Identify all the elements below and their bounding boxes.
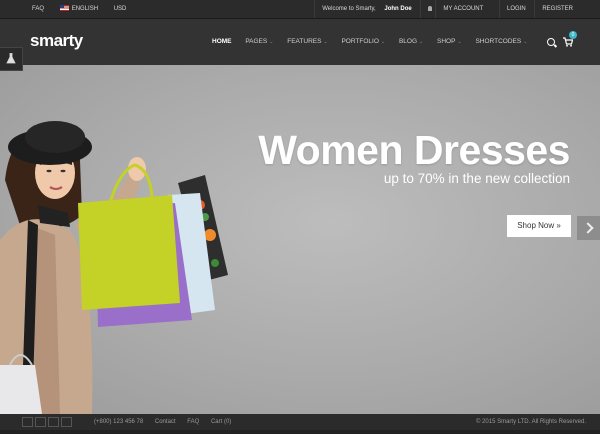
footer-phone: (+800) 123 456 78	[94, 419, 144, 425]
flask-icon	[6, 53, 16, 64]
hero-woman-with-shopping-bags-image	[0, 121, 228, 414]
nav-blog[interactable]: BLOG ⌄	[399, 19, 423, 65]
nav-portfolio[interactable]: PORTFOLIO ⌄	[341, 19, 385, 65]
welcome-prefix: Welcome to Smarty,	[314, 0, 382, 18]
top-bar-right: Welcome to Smarty, John Doe MY ACCOUNT L…	[307, 0, 580, 18]
hero-headline: Women Dresses	[258, 127, 570, 173]
facebook-icon[interactable]	[22, 417, 33, 427]
login-link[interactable]: LOGIN	[498, 0, 533, 18]
currency-selector[interactable]: USD	[114, 0, 127, 18]
footer-contact-link[interactable]: Contact	[155, 419, 176, 425]
linkedin-icon[interactable]	[61, 417, 72, 427]
my-account-label: MY ACCOUNT	[435, 0, 490, 18]
chevron-down-icon: ⌄	[523, 39, 528, 45]
footer-cart-link[interactable]: Cart (0)	[211, 419, 231, 425]
nav-portfolio-label: PORTFOLIO	[341, 38, 379, 45]
nav-pages-label: PAGES	[245, 38, 268, 45]
user-icon	[428, 6, 433, 11]
copyright-text: © 2015 Smarty LTD. All Rights Reserved.	[475, 419, 586, 425]
nav-shortcodes-label: SHORTCODES	[475, 38, 522, 45]
hero-subline: up to 70% in the new collection	[383, 171, 570, 186]
social-links	[22, 417, 74, 434]
shop-now-button[interactable]: Shop Now »	[507, 215, 571, 237]
welcome-message: Welcome to Smarty, John Doe	[307, 0, 418, 18]
nav-shop[interactable]: SHOP ⌄	[437, 19, 462, 65]
my-account-link[interactable]: MY ACCOUNT	[420, 0, 497, 18]
chevron-down-icon: ⌄	[380, 39, 386, 45]
chevron-down-icon: ⌄	[419, 39, 424, 45]
logo[interactable]: smarty	[30, 31, 83, 51]
nav-features[interactable]: FEATURES ⌄	[287, 19, 327, 65]
register-link[interactable]: REGISTER	[534, 0, 580, 18]
nav-shortcodes[interactable]: SHORTCODES ⌄	[475, 19, 527, 65]
footer: (+800) 123 456 78 Contact FAQ Cart (0) ©…	[0, 414, 600, 430]
nav-blog-label: BLOG	[398, 38, 417, 45]
nav-home[interactable]: HOME	[212, 19, 232, 65]
top-bar: FAQ ENGLISH USD Welcome to Smarty, John …	[0, 0, 600, 19]
top-bar-left: FAQ ENGLISH USD	[32, 0, 140, 18]
main-header: smarty HOME PAGES ⌄ FEATURES ⌄ PORTFOLIO ⌄ …	[0, 19, 600, 65]
search-icon[interactable]	[547, 38, 555, 46]
chevron-down-icon: ⌄	[457, 39, 462, 45]
google-plus-icon[interactable]	[48, 417, 59, 427]
footer-faq-link[interactable]: FAQ	[187, 419, 199, 425]
language-selector[interactable]: ENGLISH	[59, 0, 99, 18]
user-name: John Doe	[384, 6, 412, 12]
us-flag-icon	[59, 5, 69, 11]
main-nav: HOME PAGES ⌄ FEATURES ⌄ PORTFOLIO ⌄ BLOG ⌄ S…	[212, 19, 539, 65]
slider-next-arrow-icon[interactable]	[577, 216, 600, 240]
chevron-down-icon: ⌄	[269, 39, 274, 45]
chevron-down-icon: ⌄	[323, 39, 328, 45]
nav-pages[interactable]: PAGES ⌄	[245, 19, 273, 65]
twitter-icon[interactable]	[35, 417, 46, 427]
faq-link[interactable]: FAQ	[32, 0, 44, 18]
hero-slider: Women Dresses up to 70% in the new colle…	[0, 65, 600, 414]
nav-home-label: HOME	[212, 38, 232, 45]
cart-count-badge: 0	[569, 31, 577, 39]
style-switcher-toggle[interactable]	[0, 47, 23, 71]
nav-features-label: FEATURES	[287, 38, 322, 45]
nav-shop-label: SHOP	[437, 38, 456, 45]
language-label: ENGLISH	[71, 6, 99, 12]
footer-links: (+800) 123 456 78 Contact FAQ Cart (0)	[94, 414, 241, 430]
